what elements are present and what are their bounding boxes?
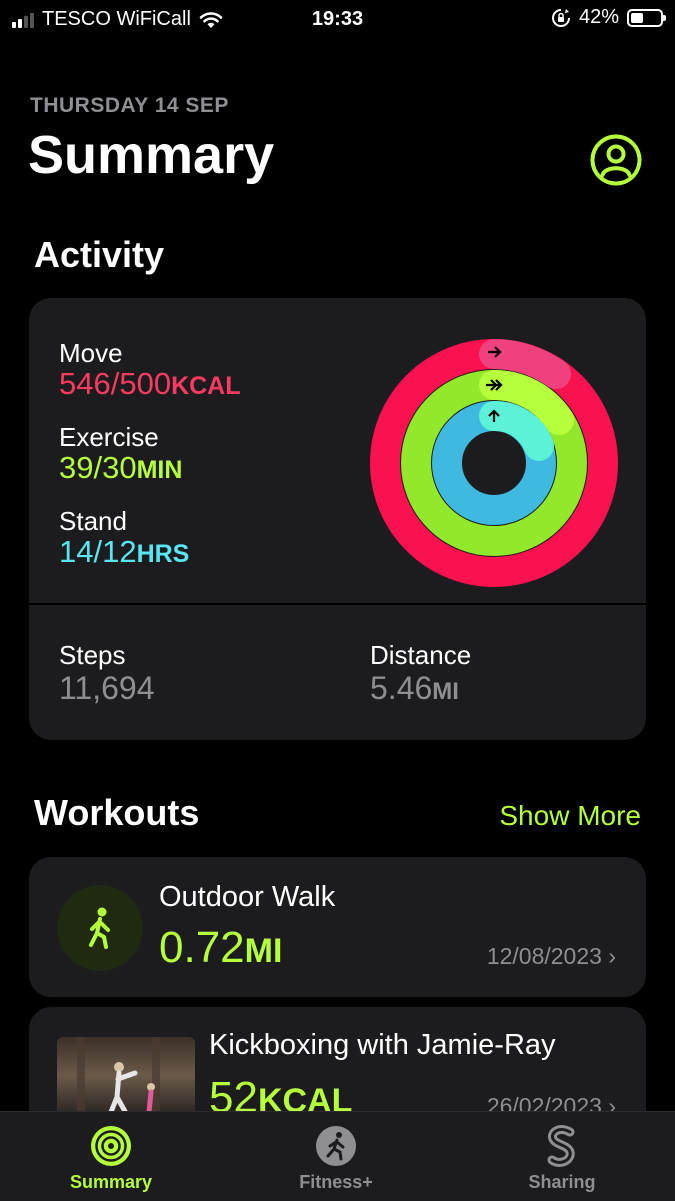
tab-fitness-plus[interactable]: Fitness+ — [256, 1112, 416, 1193]
chevron-right-icon: › — [608, 943, 616, 969]
profile-button-icon[interactable] — [590, 134, 642, 186]
show-more-link[interactable]: Show More — [499, 800, 641, 832]
stand-label: Stand — [59, 506, 127, 536]
workouts-section-title: Workouts — [34, 792, 200, 833]
move-label: Move — [59, 338, 123, 368]
steps-label: Steps — [59, 640, 126, 670]
move-value: 546/500KCAL — [59, 366, 241, 401]
date-label: THURSDAY 14 SEP — [30, 94, 229, 117]
distance-value: 5.46MI — [370, 670, 459, 706]
exercise-value: 39/30MIN — [59, 450, 183, 485]
workout-row[interactable]: Outdoor Walk 0.72MI 12/08/2023 › — [29, 857, 646, 997]
tab-bar: Summary Fitness+ Sharing — [0, 1111, 675, 1201]
workout-value: 0.72MI — [159, 923, 283, 972]
distance-label: Distance — [370, 640, 472, 670]
tab-label: Sharing — [528, 1172, 596, 1192]
orientation-lock-icon — [552, 8, 570, 27]
tab-summary[interactable]: Summary — [31, 1112, 191, 1193]
activity-rings — [370, 339, 618, 587]
workout-date: 12/08/2023 › — [486, 943, 616, 969]
tab-label: Summary — [69, 1172, 153, 1192]
walking-figure-icon — [57, 885, 143, 971]
activity-divider — [29, 603, 646, 605]
steps-value: 11,694 — [59, 670, 155, 706]
activity-section-title: Activity — [34, 234, 165, 275]
exercise-label: Exercise — [59, 422, 159, 452]
stand-value: 14/12HRS — [59, 534, 190, 569]
tab-label: Fitness+ — [299, 1172, 373, 1192]
status-bar: TESCO WiFiCall 19:33 42% — [0, 0, 675, 38]
workout-name: Kickboxing with Jamie-Ray — [209, 1029, 556, 1061]
tab-sharing[interactable]: Sharing — [482, 1112, 642, 1193]
activity-card[interactable]: Move 546/500KCAL Exercise 39/30MIN Stand… — [29, 298, 646, 740]
sharing-icon — [547, 1125, 575, 1167]
page-title: Summary — [28, 125, 275, 185]
battery-icon — [627, 8, 666, 27]
status-right: 42% — [551, 6, 666, 29]
running-figure-icon — [316, 1126, 356, 1166]
battery-percentage: 42% — [578, 6, 619, 28]
summary-rings-icon — [91, 1126, 131, 1166]
workout-name: Outdoor Walk — [159, 881, 336, 913]
